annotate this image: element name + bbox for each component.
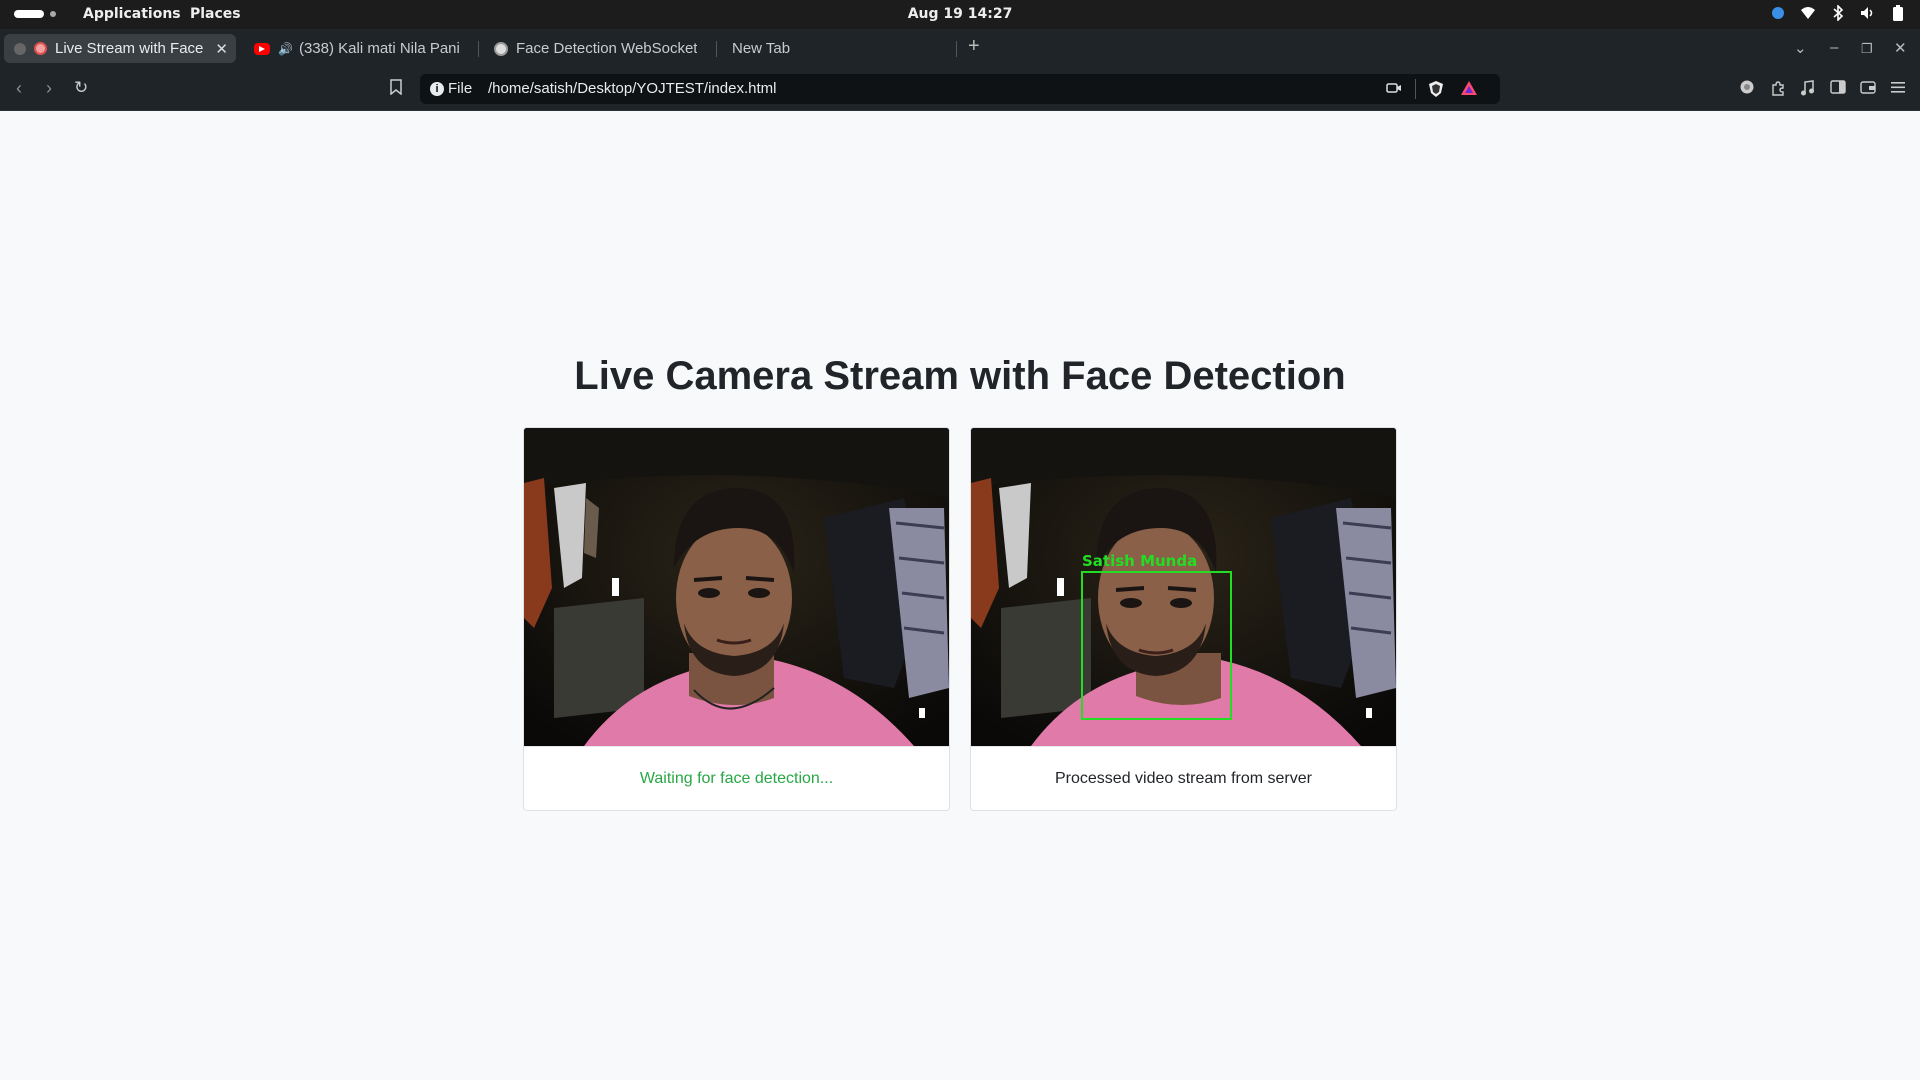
volume-icon[interactable] bbox=[1860, 5, 1876, 21]
url-scheme: File bbox=[448, 80, 473, 97]
forward-icon[interactable]: › bbox=[46, 78, 52, 99]
tab-title: New Tab bbox=[732, 40, 791, 57]
close-window-icon[interactable]: ✕ bbox=[1894, 39, 1907, 57]
brave-rewards-icon[interactable] bbox=[1460, 80, 1478, 100]
tab-strip: Live Stream with Face ✕ 🔊 (338) Kali mat… bbox=[0, 29, 1920, 68]
camera-icon[interactable] bbox=[1386, 81, 1402, 99]
tab-separator bbox=[478, 41, 479, 57]
page-content: Live Camera Stream with Face Detection W… bbox=[0, 112, 1920, 1080]
reload-icon[interactable]: ↻ bbox=[74, 78, 88, 98]
close-tab-icon[interactable]: ✕ bbox=[215, 40, 228, 58]
wifi-icon[interactable] bbox=[1800, 5, 1816, 21]
address-bar[interactable]: i File /home/satish/Desktop/YOJTEST/inde… bbox=[420, 74, 1500, 104]
restore-icon[interactable]: ❐ bbox=[1861, 41, 1873, 57]
minimize-icon[interactable]: – bbox=[1830, 39, 1838, 56]
openai-icon bbox=[494, 41, 508, 56]
tab-live-stream[interactable]: Live Stream with Face ✕ bbox=[4, 34, 236, 63]
wallet-icon[interactable] bbox=[1860, 80, 1876, 99]
tab-separator bbox=[716, 41, 717, 57]
local-video-stream bbox=[524, 428, 949, 746]
bookmark-icon[interactable] bbox=[390, 79, 402, 100]
urlbar-separator bbox=[1415, 79, 1416, 99]
tab-search-chevron-icon[interactable]: ⌄ bbox=[1794, 39, 1807, 57]
extensions-icon[interactable] bbox=[1770, 80, 1786, 101]
menu-icon[interactable] bbox=[1890, 80, 1906, 99]
tab-title: Live Stream with Face bbox=[55, 40, 204, 57]
bluetooth-icon[interactable] bbox=[1830, 5, 1846, 21]
tab-face-detection[interactable]: Face Detection WebSocket bbox=[484, 34, 706, 63]
page-title: Live Camera Stream with Face Detection bbox=[574, 354, 1346, 398]
system-top-bar: Applications Places Aug 19 14:27 bbox=[0, 0, 1920, 29]
tab-title: Face Detection WebSocket bbox=[516, 40, 698, 57]
url-text[interactable]: /home/satish/Desktop/YOJTEST/index.html bbox=[488, 80, 776, 97]
detection-label: Satish Munda bbox=[1082, 552, 1197, 570]
tab-new[interactable]: New Tab bbox=[722, 34, 952, 63]
sidebar-icon[interactable] bbox=[1830, 80, 1846, 99]
tab-separator bbox=[956, 41, 957, 57]
tab-youtube[interactable]: 🔊 (338) Kali mati Nila Pani bbox=[244, 34, 466, 63]
face-detection-status: Waiting for face detection... bbox=[524, 746, 949, 810]
site-info-icon[interactable]: i bbox=[430, 82, 444, 96]
clock[interactable]: Aug 19 14:27 bbox=[0, 6, 1920, 22]
tab-icon bbox=[14, 42, 26, 55]
local-camera-card: Waiting for face detection... bbox=[523, 427, 950, 811]
new-tab-icon[interactable]: + bbox=[968, 35, 980, 58]
system-tray[interactable] bbox=[1770, 5, 1906, 21]
notification-icon[interactable] bbox=[1770, 5, 1786, 21]
browser-toolbar: ‹ › ↻ i File /home/satish/Desktop/YOJTES… bbox=[0, 68, 1920, 111]
tab-title: (338) Kali mati Nila Pani bbox=[298, 40, 460, 57]
processed-stream-card: Satish Munda Processed video stream from… bbox=[970, 427, 1397, 811]
youtube-icon bbox=[254, 42, 270, 55]
brave-shield-icon[interactable] bbox=[1428, 80, 1444, 102]
music-icon[interactable] bbox=[1800, 80, 1814, 101]
battery-icon[interactable] bbox=[1890, 5, 1906, 21]
processed-stream-caption: Processed video stream from server bbox=[971, 746, 1396, 810]
processed-video-stream: Satish Munda bbox=[971, 428, 1396, 746]
recording-icon bbox=[34, 42, 47, 55]
vpn-icon[interactable] bbox=[1740, 80, 1754, 99]
audio-playing-icon[interactable]: 🔊 bbox=[278, 42, 293, 56]
back-icon[interactable]: ‹ bbox=[16, 78, 22, 99]
